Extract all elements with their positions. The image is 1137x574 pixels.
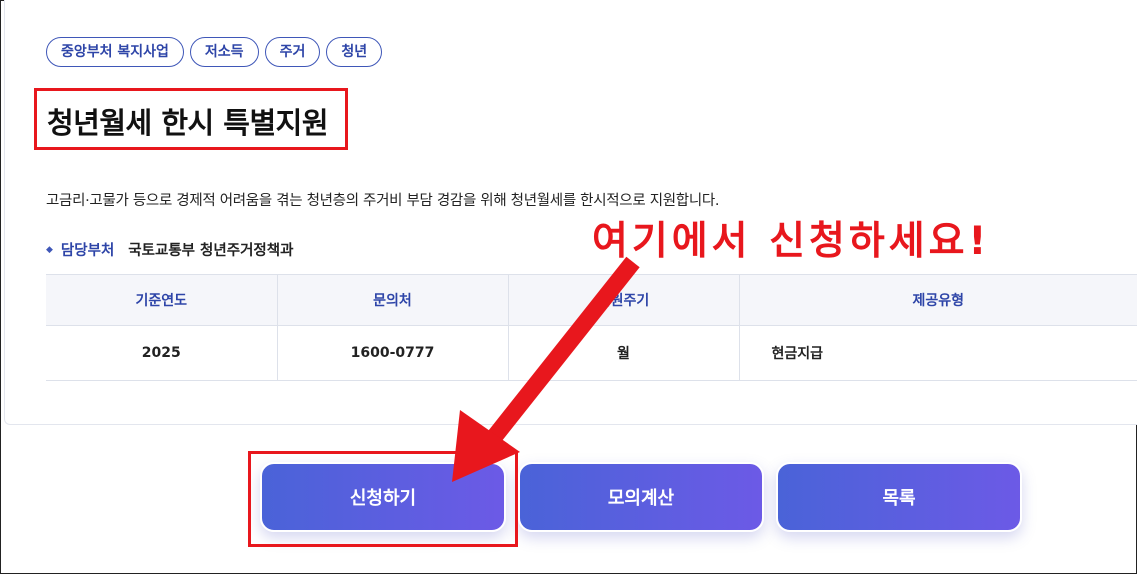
department-value: 국토교통부 청년주거정책과 <box>128 243 294 259</box>
header-base-year: 기준연도 <box>46 274 278 326</box>
cell-base-year: 2025 <box>46 325 278 381</box>
table-header-row: 기준연도 문의처 지원주기 제공유형 <box>46 274 1137 326</box>
policy-description: 고금리·고물가 등으로 경제적 어려움을 겪는 청년층의 주거비 부담 경감을 … <box>46 193 720 209</box>
mock-calculation-button[interactable]: 모의계산 <box>518 462 764 532</box>
header-contact: 문의처 <box>277 274 509 326</box>
policy-info-table: 기준연도 문의처 지원주기 제공유형 2025 1600-0777 월 현금지급 <box>46 274 1137 381</box>
header-support-cycle: 지원주기 <box>508 274 740 326</box>
cell-support-cycle: 월 <box>508 325 740 381</box>
page-title: 청년월세 한시 특별지원 <box>47 106 329 140</box>
department-label: 담당부처 <box>60 243 115 259</box>
tag-housing[interactable]: 주거 <box>264 37 321 67</box>
department-info: ◆ 담당부처 국토교통부 청년주거정책과 <box>46 239 293 260</box>
tag-category[interactable]: 중앙부처 복지사업 <box>46 37 184 67</box>
cell-contact: 1600-0777 <box>277 325 509 381</box>
cell-provision-type: 현금지급 <box>739 325 1137 381</box>
table-row: 2025 1600-0777 월 현금지급 <box>46 325 1137 381</box>
list-button[interactable]: 목록 <box>776 462 1022 532</box>
diamond-bullet-icon: ◆ <box>46 244 53 255</box>
tag-youth[interactable]: 청년 <box>326 37 383 67</box>
tag-list: 중앙부처 복지사업 저소득 주거 청년 <box>46 37 383 67</box>
apply-highlight-box <box>248 451 518 547</box>
tag-low-income[interactable]: 저소득 <box>189 37 259 67</box>
header-provision-type: 제공유형 <box>739 274 1137 326</box>
apply-here-annotation: 여기에서 신청하세요! <box>592 219 991 264</box>
